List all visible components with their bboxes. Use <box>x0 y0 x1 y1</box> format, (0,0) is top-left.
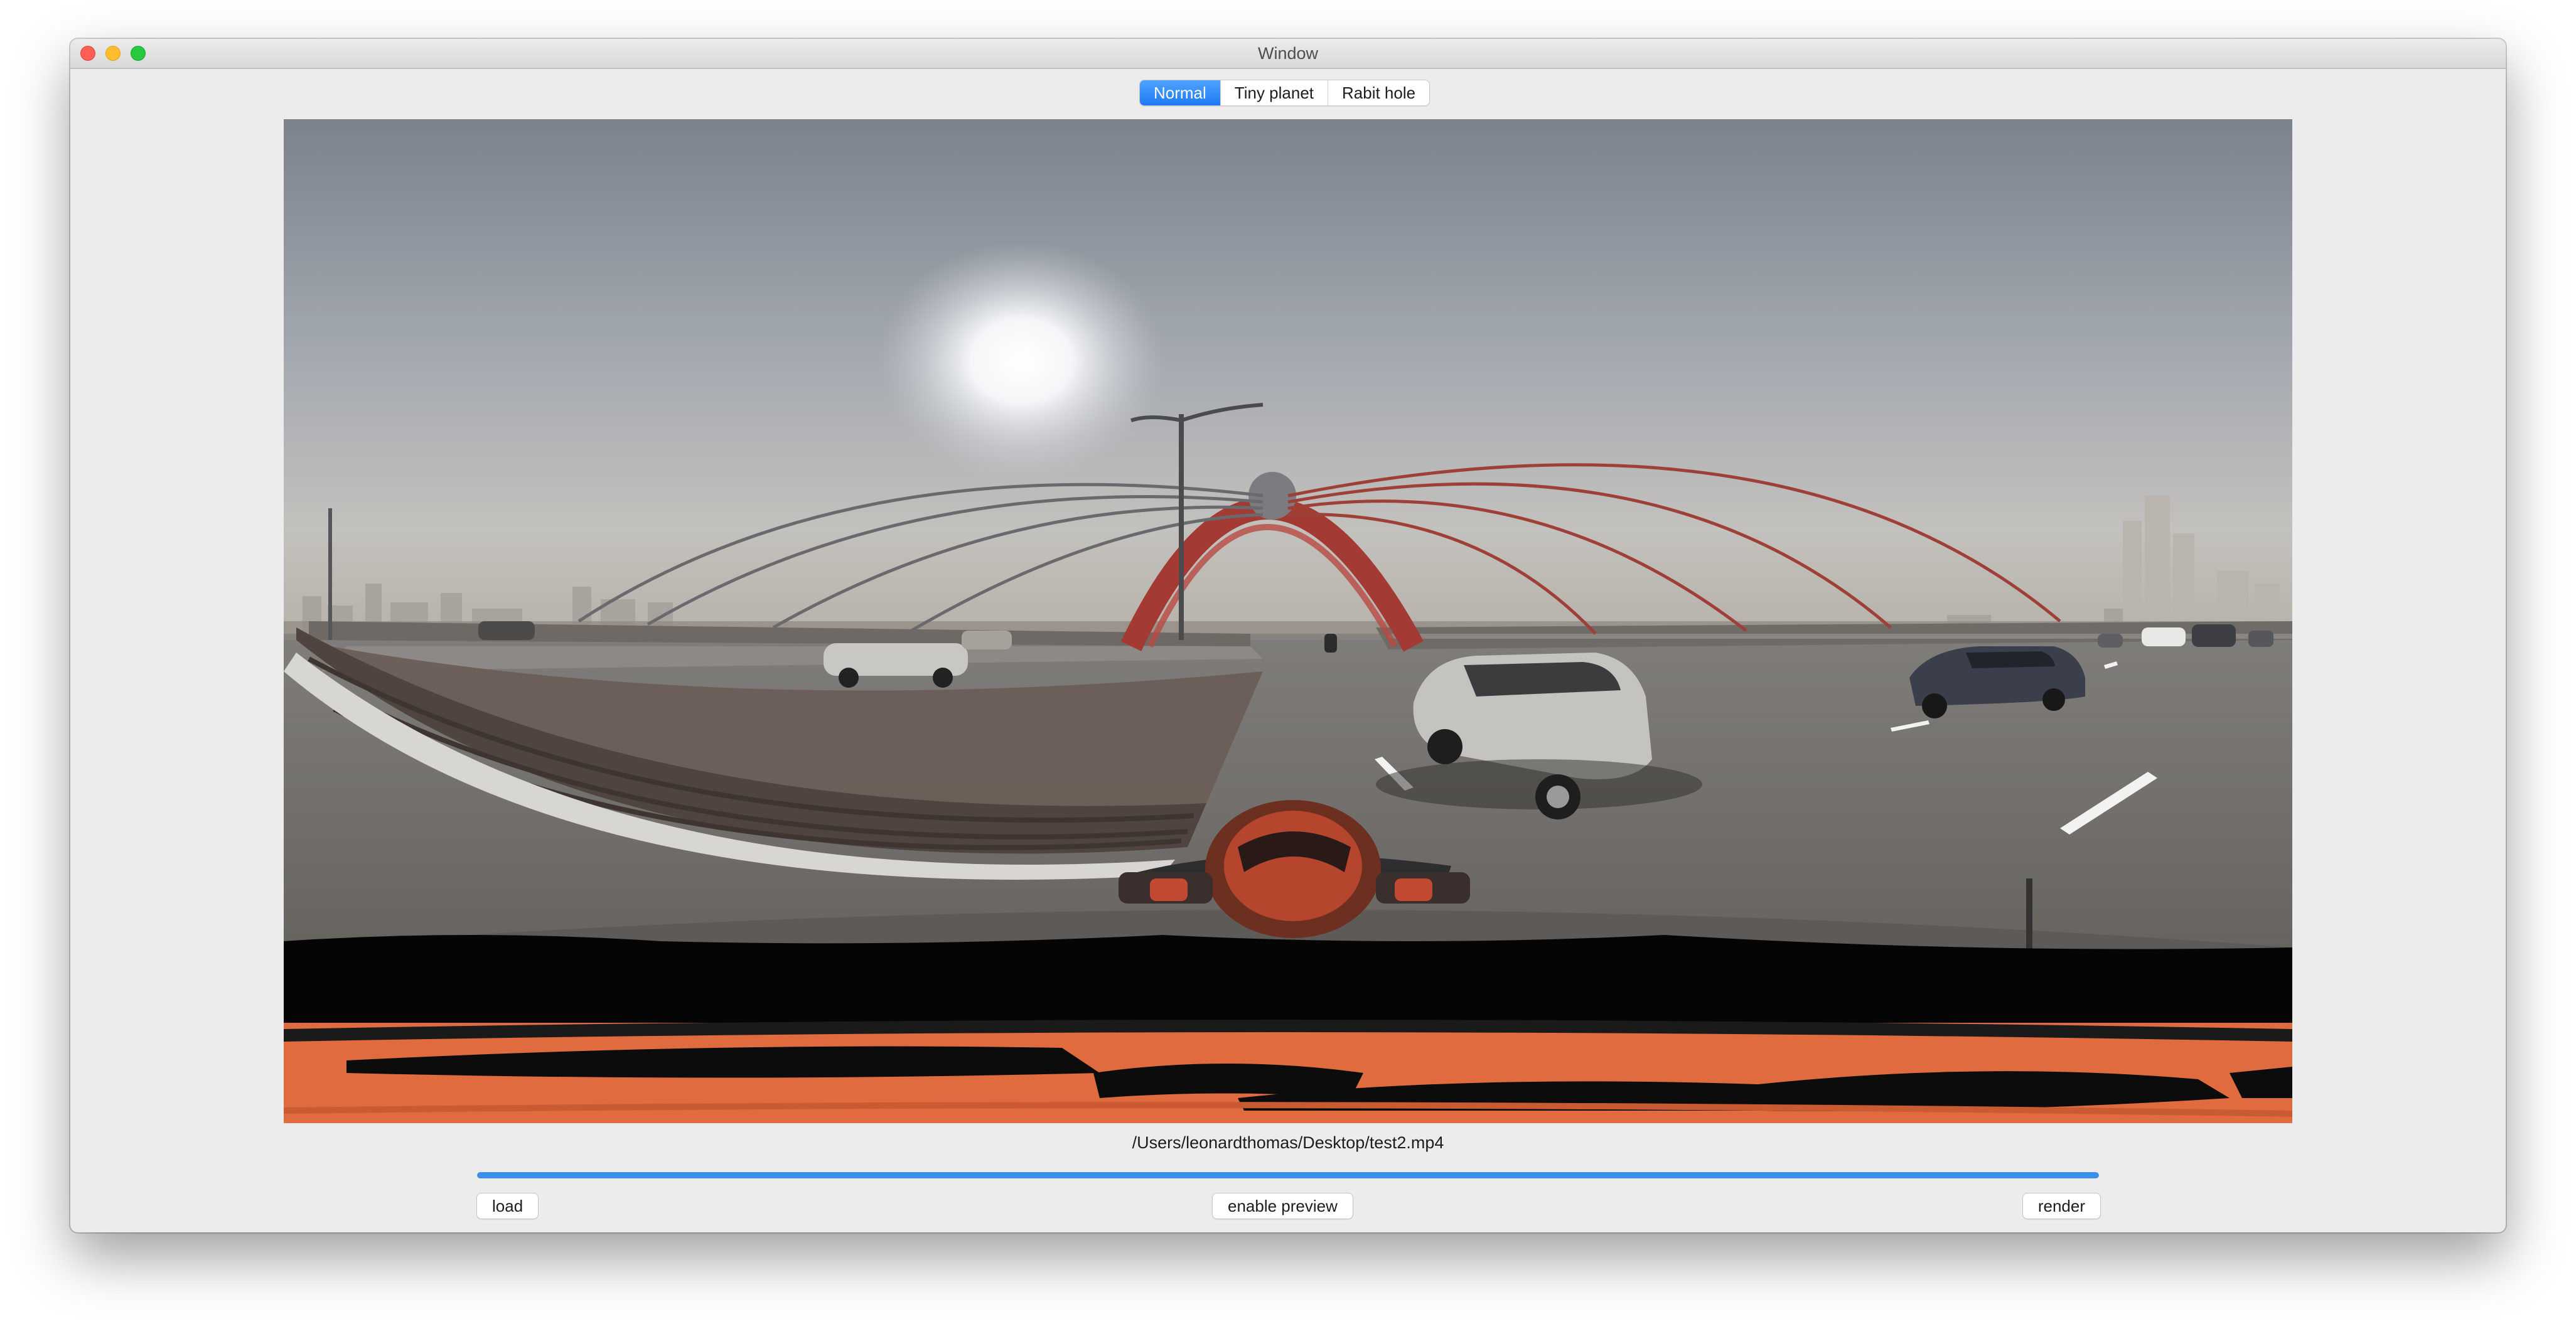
video-frame-image <box>284 119 2292 1123</box>
render-button[interactable]: render <box>2022 1193 2100 1219</box>
segment-normal[interactable]: Normal <box>1140 80 1220 105</box>
load-button[interactable]: load <box>477 1193 539 1219</box>
file-path-label: /Users/leonardthomas/Desktop/test2.mp4 <box>1132 1133 1444 1152</box>
segment-rabbit-hole[interactable]: Rabit hole <box>1328 80 1429 105</box>
projection-mode-control: Normal Tiny planet Rabit hole <box>1140 80 1430 105</box>
progress-bar-fill <box>477 1172 2099 1178</box>
video-preview[interactable] <box>284 119 2292 1123</box>
title-bar[interactable]: Window <box>70 39 2506 69</box>
progress-bar[interactable] <box>477 1172 2099 1178</box>
enable-preview-button[interactable]: enable preview <box>1213 1193 1353 1219</box>
window-title: Window <box>1257 44 1319 63</box>
segment-tiny-planet[interactable]: Tiny planet <box>1220 80 1328 105</box>
app-window: Window Normal Tiny planet Rabit hole /Us… <box>70 39 2506 1232</box>
